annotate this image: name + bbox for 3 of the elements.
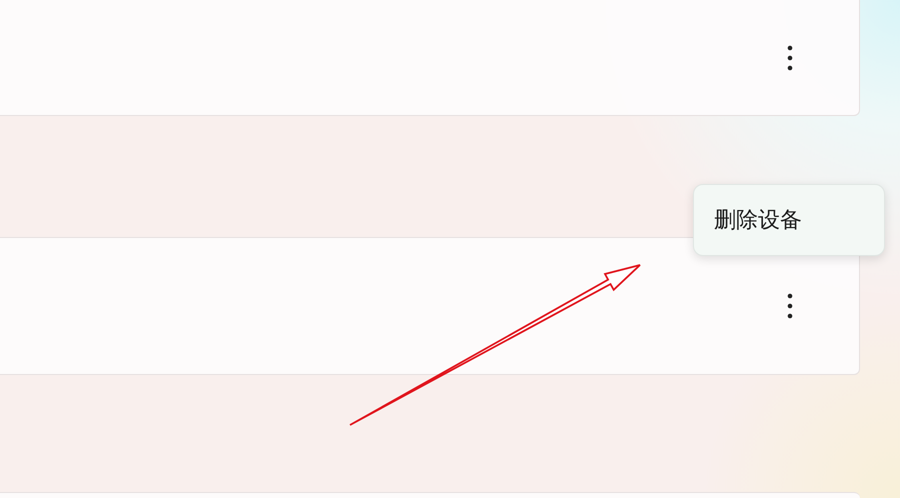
more-options-icon[interactable] <box>787 293 793 319</box>
more-options-icon[interactable] <box>787 44 793 70</box>
delete-device-menu-item[interactable]: 删除设备 <box>714 205 884 235</box>
